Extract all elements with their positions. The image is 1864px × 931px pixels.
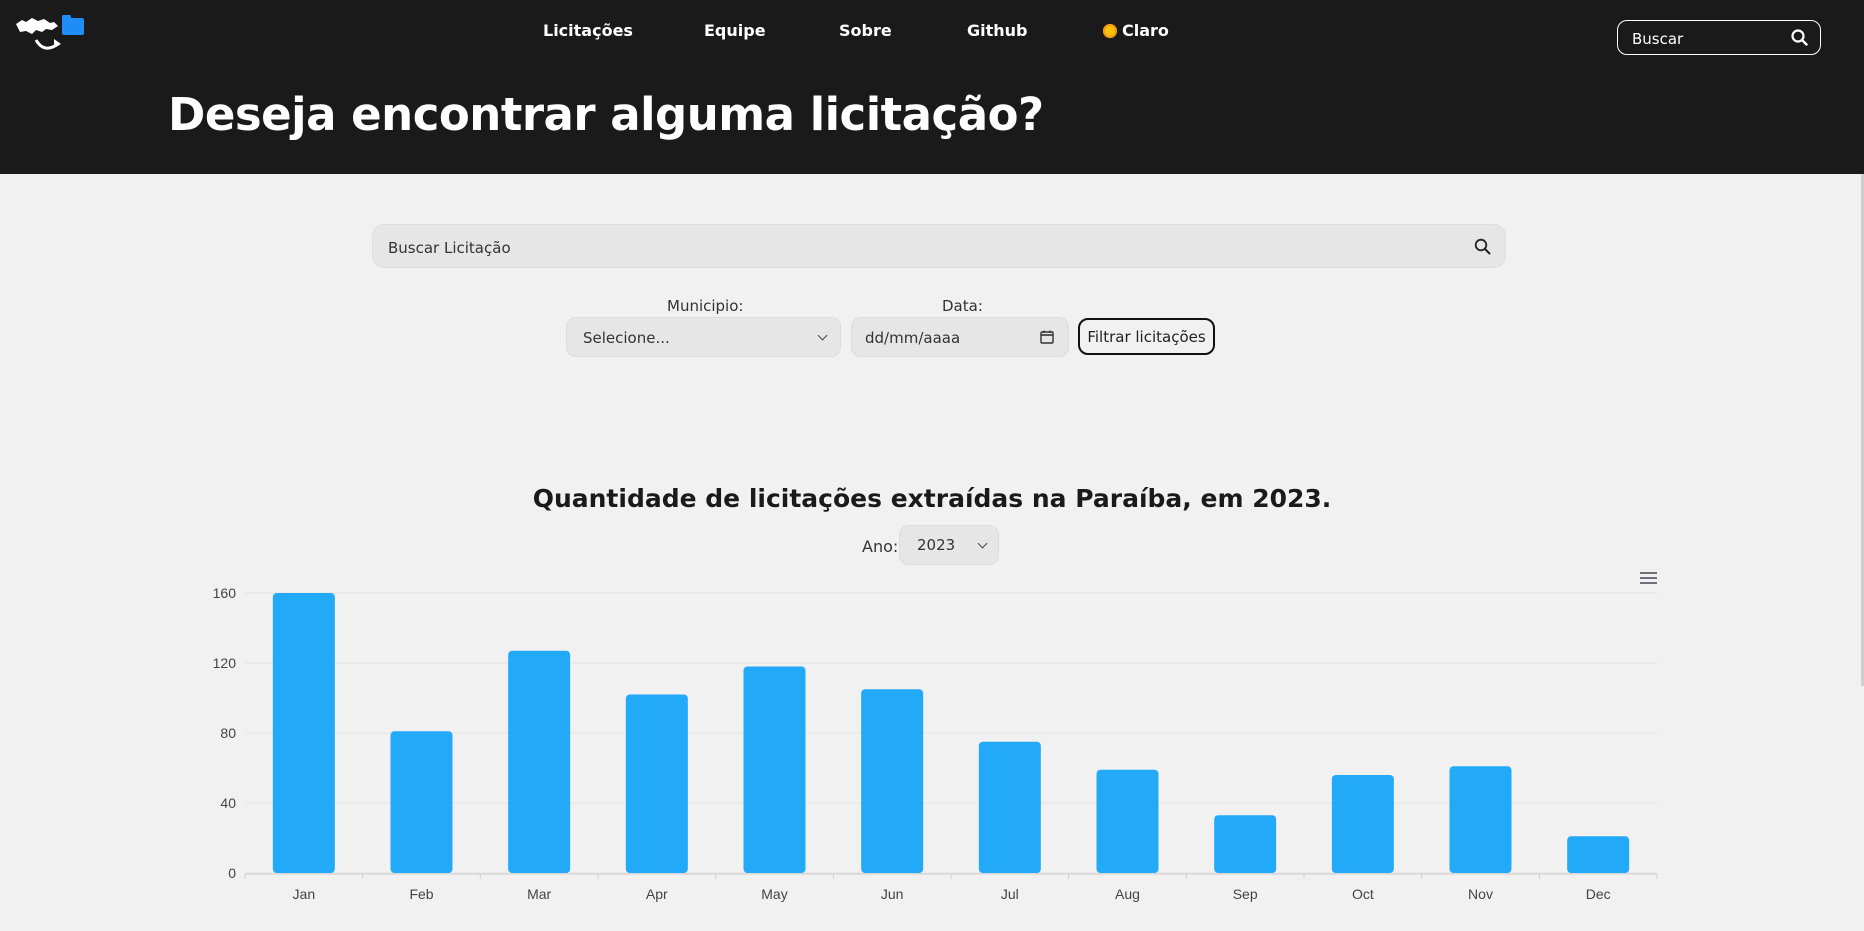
bar <box>1567 836 1630 873</box>
x-tick-label: Jun <box>881 886 904 902</box>
bar-chart: 0 40 80 120 160 Jan Feb Mar Apr May Jun Jul Aug Sep Oc… <box>213 585 1658 902</box>
x-tick-label: Aug <box>1115 886 1140 902</box>
bar <box>978 741 1041 873</box>
bar <box>743 666 806 873</box>
bar <box>272 593 335 873</box>
x-tick-label: Dec <box>1586 886 1611 902</box>
x-tick-label: May <box>761 886 787 902</box>
y-tick-label: 120 <box>213 655 237 671</box>
x-tick-label: Mar <box>527 886 551 902</box>
x-tick-label: Nov <box>1468 886 1493 902</box>
bar <box>1096 769 1159 873</box>
bar <box>508 650 571 873</box>
x-tick-label: Jul <box>1001 886 1019 902</box>
bar <box>1331 775 1394 873</box>
x-tick-label: Oct <box>1352 886 1374 902</box>
bar <box>1449 766 1512 873</box>
bar <box>1214 815 1277 873</box>
x-tick-label: Apr <box>646 886 668 902</box>
bar <box>390 731 453 873</box>
bar <box>861 689 924 873</box>
x-tick-label: Feb <box>409 886 433 902</box>
y-tick-label: 80 <box>220 725 236 741</box>
bar <box>625 694 688 873</box>
x-tick-label: Sep <box>1233 886 1258 902</box>
x-tick-label: Jan <box>293 886 316 902</box>
y-tick-label: 0 <box>228 865 236 881</box>
y-tick-label: 160 <box>213 585 237 601</box>
y-tick-label: 40 <box>220 795 236 811</box>
